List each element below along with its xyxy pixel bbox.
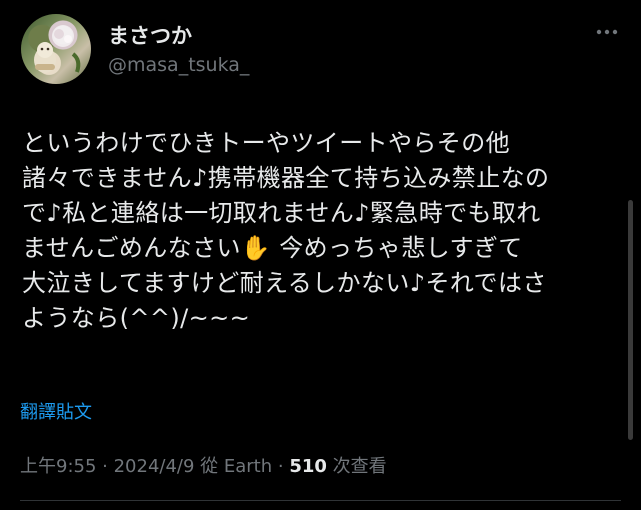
meta-separator: · (96, 456, 114, 477)
tweet-time[interactable]: 上午9:55 (20, 456, 96, 477)
tweet: まさつか @masa_tsuka_ というわけでひきトーやツイートやらその他 諸… (0, 0, 641, 510)
avatar-icon (34, 25, 81, 73)
more-horizontal-icon[interactable] (594, 22, 620, 42)
tweet-source: 從 Earth (194, 456, 273, 477)
divider (20, 500, 621, 501)
translate-post-link[interactable]: 翻譯貼文 (20, 398, 92, 424)
avatar[interactable] (21, 14, 91, 84)
tweet-text: というわけでひきトーやツイートやらその他 諸々できません♪携帯機器全て持ち込み禁… (22, 129, 550, 332)
tweet-meta: 上午9:55 · 2024/4/9 從 Earth · 510 次查看 (20, 452, 387, 478)
author-display-name[interactable]: まさつか (108, 20, 192, 50)
views-count: 510 (289, 456, 327, 477)
views-label: 次查看 (326, 456, 387, 477)
scrollbar[interactable] (628, 200, 633, 440)
author-handle[interactable]: @masa_tsuka_ (108, 54, 249, 76)
tweet-date[interactable]: 2024/4/9 (114, 456, 195, 477)
meta-separator: · (272, 456, 290, 477)
